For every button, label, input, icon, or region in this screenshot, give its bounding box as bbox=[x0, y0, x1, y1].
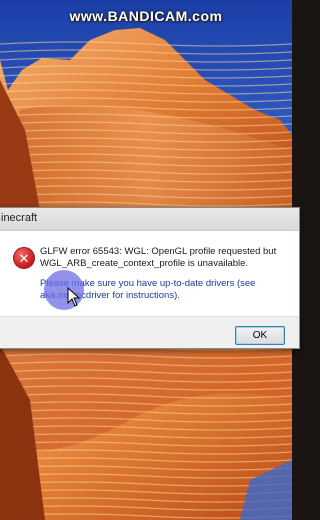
error-message: GLFW error 65543: WGL: OpenGL profile re… bbox=[40, 246, 277, 269]
mouse-pointer-icon bbox=[67, 287, 81, 307]
dialog-title: inecraft bbox=[1, 212, 38, 224]
dialog-footer: OK bbox=[0, 316, 299, 348]
bandicam-watermark: www.BANDICAM.com bbox=[69, 8, 223, 24]
message-area: ✕ GLFW error 65543: WGL: OpenGL profile … bbox=[0, 231, 299, 316]
error-icon: ✕ bbox=[13, 247, 35, 269]
ok-button[interactable]: OK bbox=[235, 326, 285, 345]
error-dialog: inecraft ✕ GLFW error 65543: WGL: OpenGL… bbox=[0, 207, 300, 349]
dialog-titlebar[interactable]: inecraft bbox=[0, 208, 299, 231]
